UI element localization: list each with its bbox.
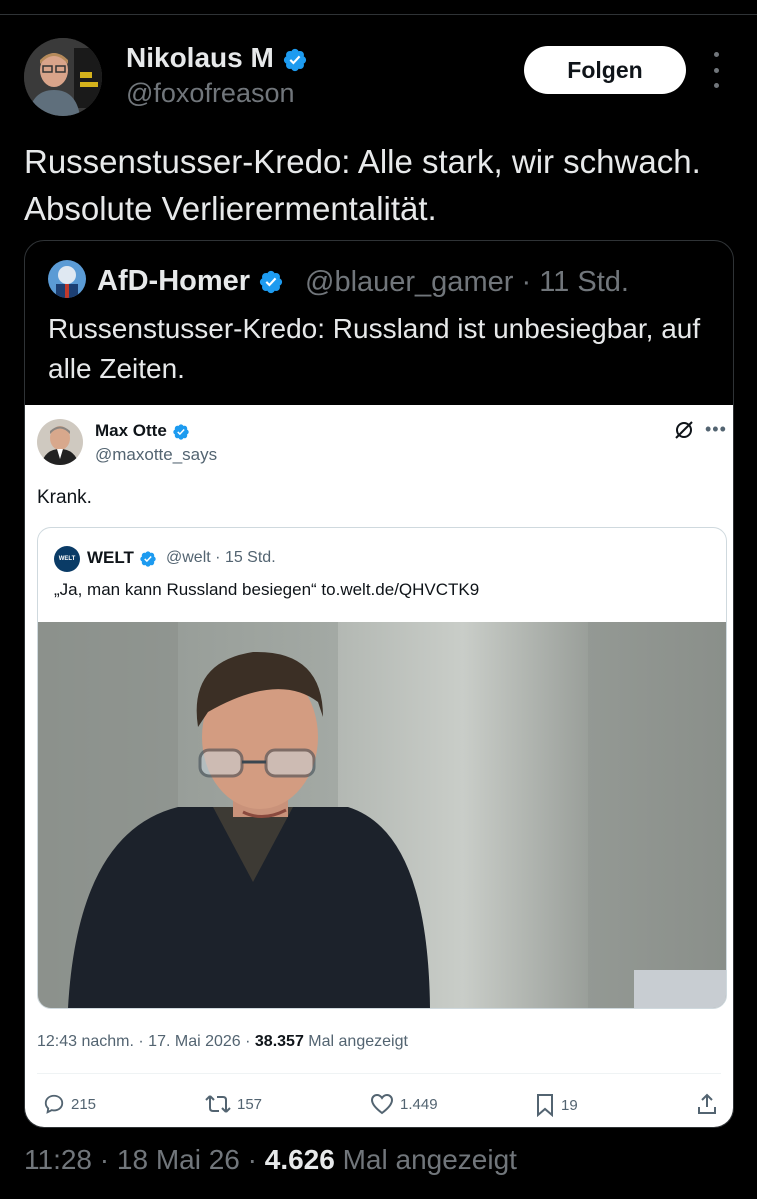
screenshot-author-avatar [37,419,83,465]
bookmark-count: 19 [561,1096,578,1114]
bookmark-action: 19 [535,1093,578,1117]
separator: · [215,549,221,566]
article-photo [38,622,726,1008]
author-name-text[interactable]: Nikolaus M [126,42,274,73]
welt-age: 15 Std. [224,549,276,566]
quoted-author-handle[interactable]: @blauer_gamer [305,266,513,298]
verified-badge-icon [283,48,306,71]
screenshot-views-label: Mal angezeigt [308,1033,408,1050]
welt-text: „Ja, man kann Russland besiegen“ to.welt… [54,580,480,599]
separator: · [521,266,532,298]
reply-icon [44,1094,64,1114]
welt-logo: WELT [54,546,80,572]
tweet-date[interactable]: 18 Mai 26 [117,1144,240,1175]
follow-button[interactable]: Folgen [524,46,686,94]
welt-meta: @welt · 15 Std. [166,549,276,567]
share-icon [698,1093,716,1114]
like-icon [370,1093,394,1115]
screenshot-author-handle: @maxotte_says [95,445,218,464]
repost-icon [205,1095,231,1113]
separator: · [247,1144,257,1175]
quoted-author-name-text[interactable]: AfD-Homer [97,265,250,297]
quoted-author-name[interactable]: AfD-Homer [97,265,284,298]
quoted-author-avatar[interactable] [48,260,86,298]
verified-badge-icon [139,550,156,567]
views-count: 4.626 [264,1144,335,1175]
quoted-tweet[interactable]: AfD-Homer @blauer_gamer · 11 Std. Russen… [24,240,734,1128]
tweet-footer: 11:28 · 18 Mai 26 · 4.626 Mal angezeigt [24,1144,517,1176]
quoted-age[interactable]: 11 Std. [539,266,629,298]
welt-author-name: WELT [87,548,157,568]
share-action [696,1093,718,1115]
screenshot-stats: 12:43 nachm. · 17. Mai 2026 · 38.357 Mal… [37,1033,408,1051]
welt-handle: @welt [166,549,211,566]
bookmark-icon [537,1094,553,1117]
quoted-text: Russenstusser-Kredo: Russland ist unbesi… [48,313,701,384]
like-count: 1.449 [400,1095,438,1113]
screenshot-author-name-text: Max Otte [95,421,167,440]
author-avatar[interactable] [24,38,102,116]
reply-count: 215 [71,1095,97,1113]
screenshot-timestamp: 12:43 nachm. · 17. Mai 2026 · [37,1033,251,1050]
embedded-welt-tweet: WELT WELT @welt · 15 Std. „Ja, man kann … [37,527,727,1009]
reply-action: 215 [43,1093,96,1115]
screenshot-text: Krank. [37,487,92,508]
screenshot-divider [37,1073,721,1074]
welt-author-name-text: WELT [87,548,134,567]
screenshot-author-name: Max Otte [95,421,190,441]
author-name[interactable]: Nikolaus M [126,42,308,74]
verified-badge-icon [172,423,189,440]
separator: · [99,1144,110,1175]
screenshot-more-icon: ••• [705,419,727,439]
tweet-time[interactable]: 11:28 [24,1144,92,1175]
repost-count: 157 [237,1095,263,1113]
top-divider [0,14,757,15]
more-icon[interactable] [706,52,726,88]
quoted-meta: @blauer_gamer · 11 Std. [305,266,629,299]
verified-badge-icon [260,271,283,294]
like-action: 1.449 [370,1093,438,1115]
embedded-screenshot: Max Otte @maxotte_says ••• Krank. WELT W… [25,405,733,1127]
tweet-text: Russenstusser-Kredo: Alle stark, wir sch… [24,143,701,227]
author-handle[interactable]: @foxofreason [126,78,295,109]
screenshot-views-count: 38.357 [254,1033,304,1050]
grok-icon [673,419,695,447]
repost-action: 157 [205,1093,262,1115]
views-label: Mal angezeigt [342,1144,517,1175]
